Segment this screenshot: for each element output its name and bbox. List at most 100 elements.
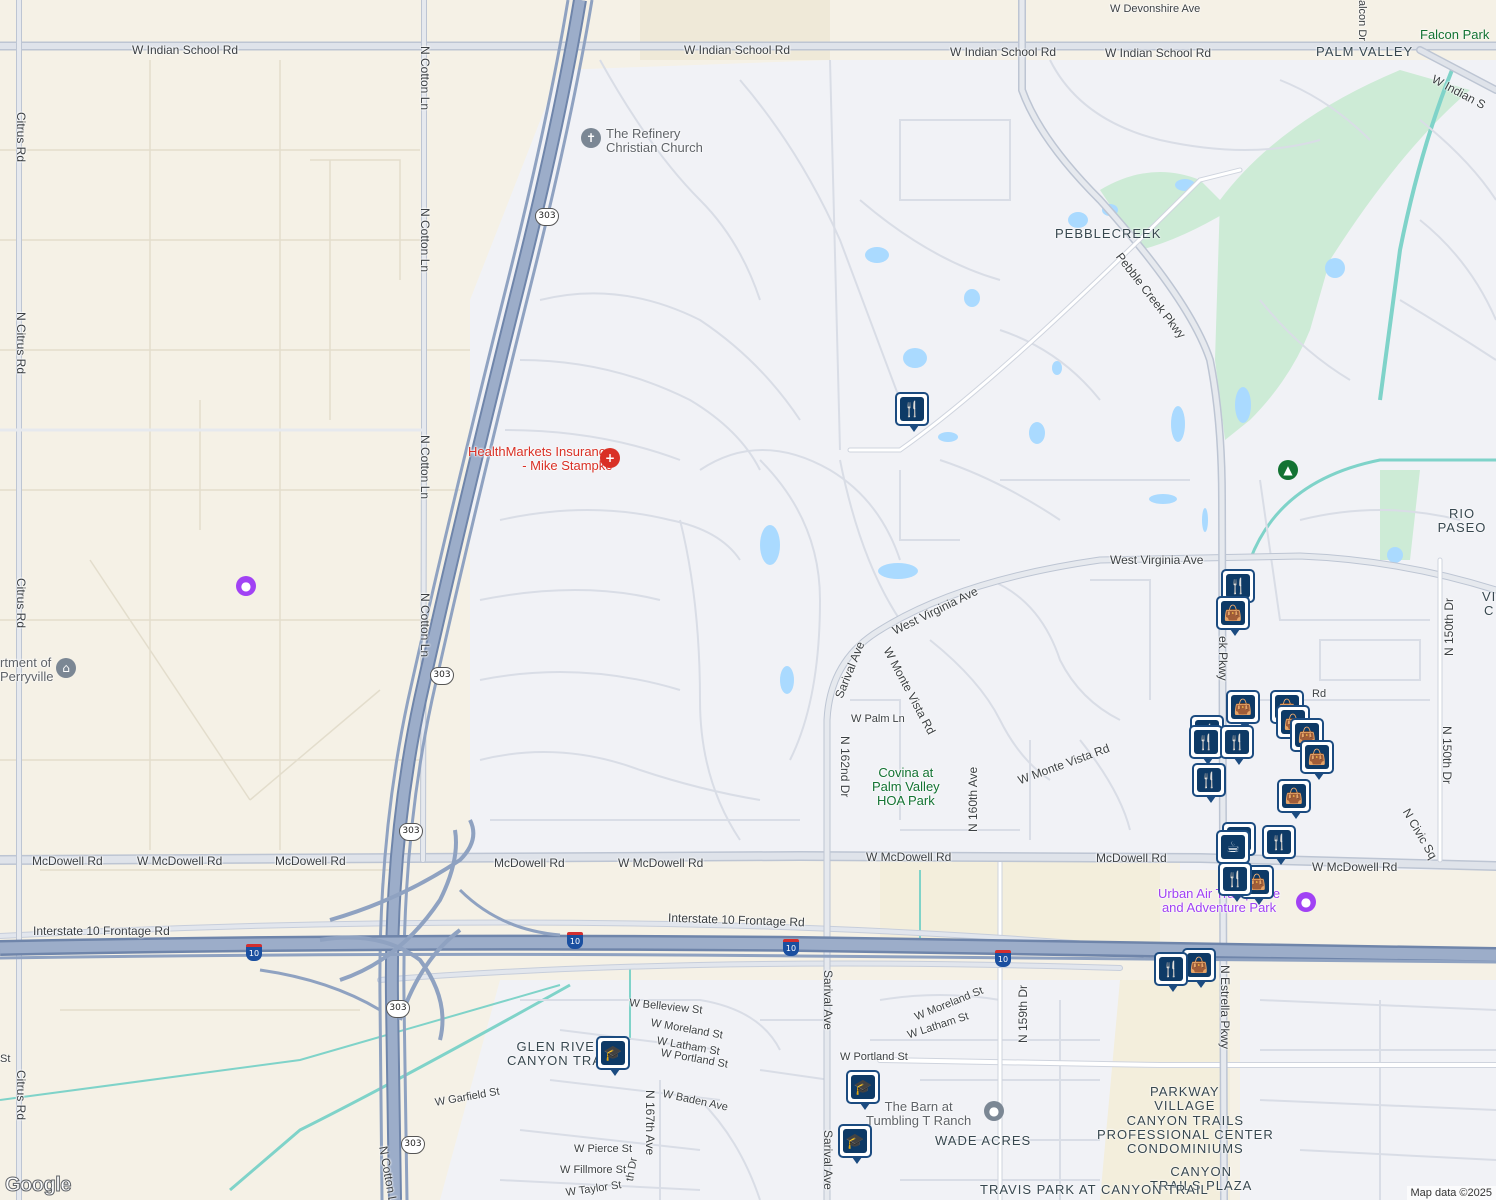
road-label-w-indian-school-4: W Indian School Rd bbox=[1105, 46, 1212, 60]
road-label-sarival-2: Sarival Ave bbox=[821, 970, 835, 1030]
sr303-shield: 303 bbox=[401, 1136, 425, 1154]
map-base-layer bbox=[0, 0, 1496, 1200]
government-icon: ⌂ bbox=[56, 658, 76, 678]
area-label-c-fragment: C bbox=[1484, 603, 1495, 618]
shopping-pin[interactable]: 👜 bbox=[1216, 596, 1250, 636]
church-icon: ✝ bbox=[581, 128, 601, 148]
shopping-bag-icon: 👜 bbox=[1305, 745, 1329, 769]
restaurant-icon: 🍴 bbox=[1223, 867, 1247, 891]
road-label-pebble-creek-lower: ek Pkwy bbox=[1216, 636, 1230, 681]
road-label-w-fillmore: W Fillmore St bbox=[560, 1164, 626, 1176]
road-label-w-indian-school-3: W Indian School Rd bbox=[950, 45, 1057, 59]
shopping-pin[interactable]: 👜 bbox=[1226, 690, 1260, 730]
i10-shield: 10 bbox=[567, 932, 583, 949]
road-label-cotton-4: N Cotton Ln bbox=[418, 593, 432, 658]
i10-shield: 10 bbox=[246, 944, 262, 961]
road-label-citrus-2: N Citrus Rd bbox=[14, 312, 28, 375]
attraction-icon: ● bbox=[1296, 892, 1316, 912]
restaurant-icon: 🍴 bbox=[1159, 957, 1183, 981]
restaurant-pin[interactable]: 🍴 bbox=[1192, 763, 1226, 803]
road-label-mcdowell-6: W McDowell Rd bbox=[866, 850, 952, 864]
restaurant-icon: 🍴 bbox=[1194, 730, 1218, 754]
road-label-estrella: N Estrella Pkwy bbox=[1218, 965, 1232, 1050]
restaurant-icon: 🍴 bbox=[900, 397, 924, 421]
road-label-sarival-3: Sarival Ave bbox=[821, 1130, 835, 1190]
google-logo[interactable]: Google bbox=[5, 1174, 72, 1197]
school-icon: 🎓 bbox=[843, 1129, 867, 1153]
road-label-w-portland: W Portland St bbox=[840, 1051, 908, 1063]
road-label-mcdowell-7: McDowell Rd bbox=[1096, 851, 1167, 865]
shopping-bag-icon: 👜 bbox=[1231, 695, 1255, 719]
road-label-west-virginia-2: West Virginia Ave bbox=[1110, 553, 1204, 567]
road-label-citrus-1: Citrus Rd bbox=[14, 112, 28, 163]
road-label-w-indian-school-1: W Indian School Rd bbox=[132, 43, 239, 57]
area-label-v-fragment: VI bbox=[1482, 589, 1496, 604]
road-label-w-indian-school-2: W Indian School Rd bbox=[684, 43, 791, 57]
restaurant-icon: 🍴 bbox=[1225, 730, 1249, 754]
restaurant-pin[interactable]: 🍴 bbox=[1189, 725, 1223, 765]
road-label-citrus-4: Citrus Rd bbox=[14, 1070, 28, 1121]
road-label-rd-fragment: Rd bbox=[1312, 688, 1327, 700]
road-label-falcon-dr: alcon Dr bbox=[1356, 0, 1368, 41]
area-label-palm-valley: PALM VALLEY bbox=[1316, 44, 1414, 59]
road-label-n159th: N 159th Dr bbox=[1016, 984, 1030, 1043]
camera-icon: ● bbox=[236, 576, 256, 596]
road-label-mcdowell-4: McDowell Rd bbox=[494, 856, 565, 870]
park-tree-icon: ▲ bbox=[1278, 460, 1298, 480]
road-label-w-palm: W Palm Ln bbox=[851, 713, 905, 725]
road-label-n150th-1: N 150th Dr bbox=[1442, 597, 1456, 656]
area-label-travis-park: TRAVIS PARK AT CANYON TRAIL bbox=[980, 1182, 1209, 1197]
school-pin[interactable]: 🎓 bbox=[838, 1124, 872, 1164]
museum-icon: ● bbox=[984, 1101, 1004, 1121]
map-attribution[interactable]: Map data ©2025 bbox=[1406, 1186, 1496, 1200]
road-label-st-fragment: St bbox=[0, 1053, 11, 1065]
restaurant-pin[interactable]: 🍴 bbox=[1218, 862, 1252, 902]
sr303-shield: 303 bbox=[535, 208, 559, 226]
restaurant-icon: 🍴 bbox=[1197, 768, 1221, 792]
area-label-falcon-park: Falcon Park bbox=[1420, 27, 1490, 42]
road-label-mcdowell-2: W McDowell Rd bbox=[137, 854, 223, 868]
sr303-shield: 303 bbox=[386, 1000, 410, 1018]
area-label-rio-paseo: RIO PASEO bbox=[1437, 506, 1487, 535]
road-label-citrus-3: Citrus Rd bbox=[14, 578, 28, 629]
road-label-i10-frontage-1: Interstate 10 Frontage Rd bbox=[33, 924, 170, 938]
school-pin[interactable]: 🎓 bbox=[596, 1036, 630, 1076]
restaurant-pin[interactable]: 🍴 bbox=[1220, 725, 1254, 765]
school-pin[interactable]: 🎓 bbox=[846, 1070, 880, 1110]
road-label-cotton-3: N Cotton Ln bbox=[418, 435, 432, 500]
road-label-w-devonshire: W Devonshire Ave bbox=[1110, 3, 1201, 15]
shopping-bag-icon: 👜 bbox=[1187, 953, 1211, 977]
restaurant-pin[interactable]: 🍴 bbox=[1154, 952, 1188, 992]
shopping-pin[interactable]: 👜 bbox=[1300, 740, 1334, 780]
sr303-shield: 303 bbox=[399, 823, 423, 841]
hospital-icon: + bbox=[600, 448, 620, 468]
area-label-pebblecreek: PEBBLECREEK bbox=[1055, 226, 1162, 241]
restaurant-pin[interactable]: 🍴 bbox=[895, 392, 929, 432]
road-label-n162nd: N 162nd Dr bbox=[838, 736, 852, 798]
restaurant-pin[interactable]: 🍴 bbox=[1262, 825, 1296, 865]
cafe-icon: ☕ bbox=[1221, 835, 1245, 859]
restaurant-icon: 🍴 bbox=[1267, 830, 1291, 854]
shopping-bag-icon: 👜 bbox=[1282, 784, 1306, 808]
restaurant-icon: 🍴 bbox=[1226, 574, 1250, 598]
road-label-n167th: N 167th Ave bbox=[643, 1090, 657, 1156]
shopping-bag-icon: 👜 bbox=[1221, 601, 1245, 625]
shopping-pin[interactable]: 👜 bbox=[1277, 779, 1311, 819]
area-label-canyon-trails-professional-center: CANYON TRAILS PROFESSIONAL CENTER CONDOMIN… bbox=[1097, 1113, 1274, 1156]
road-label-w-pierce: W Pierce St bbox=[574, 1143, 633, 1155]
road-label-n160th: N 160th Ave bbox=[966, 766, 980, 832]
cafe-pin[interactable]: ☕ bbox=[1216, 830, 1250, 870]
area-label-wade-acres: WADE ACRES bbox=[935, 1133, 1032, 1148]
road-label-mcdowell-5: W McDowell Rd bbox=[618, 856, 704, 870]
road-label-n150th-2: N 150th Dr bbox=[1440, 726, 1454, 785]
i10-shield: 10 bbox=[783, 939, 799, 956]
school-icon: 🎓 bbox=[601, 1041, 625, 1065]
road-label-mcdowell-8: W McDowell Rd bbox=[1312, 860, 1398, 874]
map-canvas[interactable]: W Indian School Rd W Indian School Rd W … bbox=[0, 0, 1496, 1200]
area-label-parkway-village: PARKWAY VILLAGE bbox=[1150, 1084, 1220, 1113]
road-label-cotton-1: N Cotton Ln bbox=[418, 46, 432, 111]
road-label-mcdowell-3: McDowell Rd bbox=[275, 854, 346, 868]
school-icon: 🎓 bbox=[851, 1075, 875, 1099]
i10-shield: 10 bbox=[995, 950, 1011, 967]
road-label-mcdowell-1: McDowell Rd bbox=[32, 854, 103, 868]
